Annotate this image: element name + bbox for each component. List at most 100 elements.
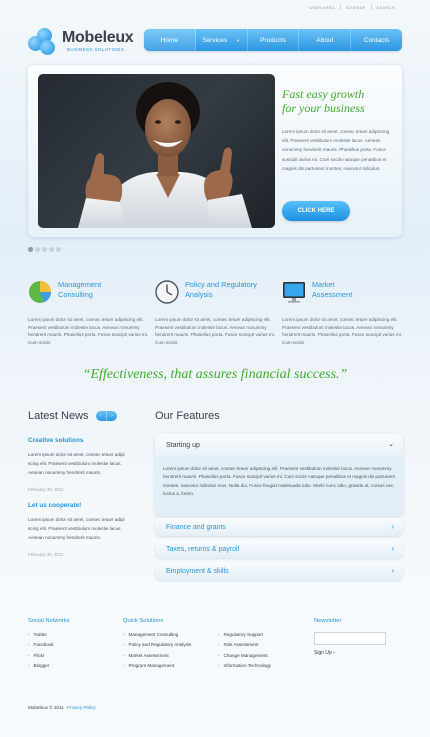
nav-contacts[interactable]: Contacts	[351, 29, 402, 51]
service-title[interactable]: Policy and Regulatory Analysis	[185, 280, 257, 300]
sitemap-link[interactable]: SITEMAP	[341, 5, 372, 10]
accordion-title: Starting up	[166, 441, 200, 449]
hero-title-line1: Fast easy growth	[282, 87, 365, 101]
logo-tagline: BUSINESS SOLUTIONS	[67, 47, 125, 52]
newsletter-email-input[interactable]	[314, 632, 386, 645]
click-here-button[interactable]: CLICK HERE	[282, 201, 350, 221]
news-title[interactable]: Let us cooperate!	[28, 502, 136, 509]
main-nav: Home Services ▼ Products About Contacts	[144, 29, 402, 51]
chevron-right-icon: ›	[391, 522, 394, 531]
quick-link[interactable]: Regulatory Support	[218, 630, 271, 640]
slider-dot[interactable]	[28, 247, 33, 252]
news-text: Lorem ipsum dolor sit amet, consec tetue…	[28, 452, 125, 475]
logo[interactable]: Mobeleux BUSINESS SOLUTIONS	[28, 27, 138, 57]
quick-links-col1: Management Consulting Policy and Regulat…	[123, 630, 192, 672]
next-arrow-icon[interactable]: ›	[107, 411, 117, 421]
logo-icon	[28, 28, 60, 56]
privacy-policy-link[interactable]: Privacy Policy	[67, 705, 96, 710]
nav-services-label: Services	[202, 36, 228, 44]
monitor-icon	[283, 282, 305, 303]
hero-title: Fast easy growth for your business	[282, 87, 365, 115]
copyright: Mobeleux © 2011 Privacy Policy	[28, 705, 96, 710]
quick-link[interactable]: Information Technology	[218, 661, 271, 671]
news-title[interactable]: Creative solutions	[28, 437, 136, 444]
slider-dot[interactable]	[56, 247, 61, 252]
service-title-line2: Analysis	[185, 290, 213, 299]
quick-link[interactable]: Market Assessment	[123, 651, 191, 661]
top-links: USER AREA SITEMAP SEARCH	[304, 5, 400, 10]
accordion-finance-grants[interactable]: Finance and grants ›	[155, 518, 403, 536]
service-text: Lorem ipsum dolor sit amet, consec tetue…	[282, 317, 402, 345]
newsletter-heading: Newsletter	[314, 618, 342, 624]
chevron-right-icon: ›	[391, 566, 394, 575]
accordion-taxes-payroll[interactable]: Taxes, returns & payroll ›	[155, 540, 403, 558]
slider-dot[interactable]	[35, 247, 40, 252]
service-title-line1: Policy and Regulatory	[185, 280, 257, 289]
prev-arrow-icon[interactable]: ‹	[96, 411, 107, 421]
sign-up-link[interactable]: Sign Up ›	[314, 650, 335, 656]
chevron-down-icon: ⌄	[388, 441, 394, 448]
hero-title-line2: for your business	[282, 101, 365, 115]
accordion-title: Finance and grants	[166, 523, 226, 531]
news-date: February 30, 2011	[28, 552, 64, 557]
service-title-line2: Consulting	[58, 290, 93, 299]
accordion-body: Lorem ipsum dolor sit amet, consec tetue…	[163, 466, 395, 497]
facebook-link[interactable]: Facebook	[28, 640, 54, 650]
accordion-starting-up: Starting up ⌄ Lorem ipsum dolor sit amet…	[155, 434, 403, 516]
hero-text: Lorem ipsum dolor sit amet, consec tetue…	[282, 129, 390, 171]
quick-solutions-heading: Quick Solutions	[123, 618, 164, 624]
accordion-header[interactable]: Starting up ⌄	[155, 434, 403, 456]
hero-photo	[38, 74, 275, 228]
our-features-heading: Our Features	[155, 410, 220, 422]
quick-link[interactable]: Management Consulting	[123, 630, 191, 640]
nav-home[interactable]: Home	[144, 29, 196, 51]
social-networks-heading: Social Networks	[28, 618, 70, 624]
nav-contacts-label: Contacts	[363, 36, 390, 44]
quick-link[interactable]: Risk Assessment	[218, 640, 271, 650]
nav-about[interactable]: About	[299, 29, 352, 51]
user-area-link[interactable]: USER AREA	[304, 5, 341, 10]
nav-products-label: Products	[260, 36, 286, 44]
nav-services[interactable]: Services ▼	[196, 29, 248, 51]
service-title-line1: Market	[312, 280, 335, 289]
chevron-down-icon: ▼	[236, 37, 241, 43]
chevron-right-icon: ›	[391, 544, 394, 553]
businesswoman-thumbs-up-image	[78, 82, 252, 228]
flickr-link[interactable]: Flickr	[28, 651, 54, 661]
logo-name: Mobeleux	[62, 29, 134, 46]
service-title-line2: Assessment	[312, 290, 353, 299]
service-title[interactable]: Market Assessment	[312, 280, 352, 300]
nav-products[interactable]: Products	[248, 29, 300, 51]
accordion-employment-skills[interactable]: Employment & skills ›	[155, 562, 403, 580]
news-item: Creative solutions Lorem ipsum dolor sit…	[28, 437, 136, 492]
service-text: Lorem ipsum dolor sit amet, consec tetue…	[28, 317, 148, 345]
slogan-quote: “Effectiveness, that assures financial s…	[82, 367, 348, 382]
nav-home-label: Home	[160, 36, 179, 44]
news-item: Let us cooperate! Lorem ipsum dolor sit …	[28, 502, 136, 557]
quick-link[interactable]: Policy and Regulatory Analysis	[123, 640, 192, 650]
slider-dot[interactable]	[49, 247, 54, 252]
accordion-title: Employment & skills	[166, 567, 229, 575]
pie-chart-icon	[29, 281, 51, 303]
news-text: Lorem ipsum dolor sit amet, consec tetue…	[28, 517, 125, 540]
copyright-text: Mobeleux © 2011	[28, 705, 64, 710]
twitter-link[interactable]: Twitter	[28, 630, 54, 640]
service-title-line1: Management	[58, 280, 102, 289]
latest-news-heading: Latest News	[28, 410, 89, 422]
hero-slider: Fast easy growth for your business Lorem…	[28, 65, 402, 237]
search-link[interactable]: SEARCH	[372, 5, 400, 10]
service-title[interactable]: Management Consulting	[58, 280, 101, 300]
quick-links-col2: Regulatory Support Risk Assessment Chang…	[218, 630, 271, 672]
blogger-link[interactable]: Blogger	[28, 661, 54, 671]
footer	[0, 605, 430, 737]
news-date: February 30, 2011	[28, 487, 64, 492]
news-nav: ‹ ›	[96, 411, 117, 421]
slider-dot[interactable]	[42, 247, 47, 252]
page: USER AREA SITEMAP SEARCH Mobeleux BUSINE…	[0, 0, 430, 737]
clock-icon	[155, 280, 179, 304]
accordion-title: Taxes, returns & payroll	[166, 545, 240, 553]
quick-link[interactable]: Change Management	[218, 651, 271, 661]
service-text: Lorem ipsum dolor sit amet, consec tetue…	[155, 317, 275, 345]
nav-about-label: About	[316, 36, 334, 44]
quick-link[interactable]: Program Management	[123, 661, 191, 671]
